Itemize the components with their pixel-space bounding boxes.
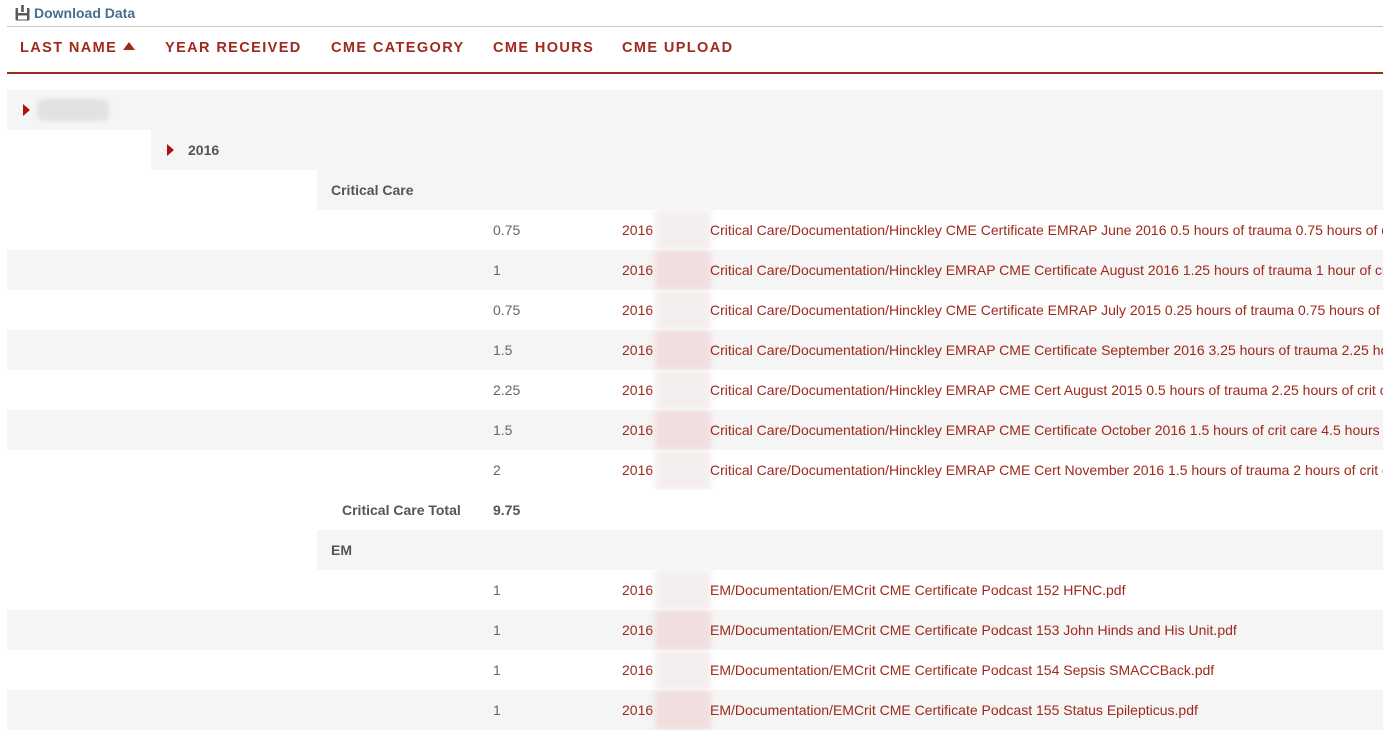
column-header-cme-upload[interactable]: CME UPLOAD	[622, 40, 733, 56]
download-data-button[interactable]: Download Data	[15, 4, 135, 22]
subtotal-value: 9.75	[493, 502, 521, 518]
table-row: 2.25 2016 Critical Care/Documentation/Hi…	[7, 370, 1383, 410]
table-row: 1 2016 Critical Care/Documentation/Hinck…	[7, 250, 1383, 290]
year-cell: 2016	[622, 662, 654, 678]
cme-hours-cell: 1	[493, 662, 501, 678]
cme-upload-link[interactable]: Critical Care/Documentation/Hinckley EMR…	[710, 382, 1383, 398]
table-row: 1.5 2016 Critical Care/Documentation/Hin…	[7, 330, 1383, 370]
cme-hours-cell: 2.25	[493, 382, 521, 398]
table-row: 1 2016 EM/Documentation/EMCrit CME Certi…	[7, 570, 1383, 610]
cme-upload-link[interactable]: Critical Care/Documentation/Hinckley CME…	[710, 302, 1383, 318]
redacted-field	[655, 570, 711, 610]
column-header-label: YEAR RECEIVED	[165, 40, 302, 56]
expand-toggle-icon[interactable]	[167, 144, 174, 156]
column-header-label: CME CATEGORY	[331, 40, 465, 56]
year-cell: 2016	[622, 702, 654, 718]
table-header: LAST NAME YEAR RECEIVED CME CATEGORY CME…	[7, 27, 1383, 74]
group-row-year: 2016	[7, 130, 1383, 170]
redacted-field	[655, 370, 711, 410]
cme-hours-cell: 1	[493, 262, 501, 278]
cme-hours-cell: 1.5	[493, 422, 513, 438]
column-header-cme-hours[interactable]: CME HOURS	[493, 40, 594, 56]
year-cell: 2016	[622, 222, 654, 238]
table-row: 2 2016 Critical Care/Documentation/Hinck…	[7, 450, 1383, 490]
year-cell: 2016	[622, 422, 654, 438]
group-row-category: Critical Care	[7, 170, 1383, 210]
redacted-last-name	[37, 99, 109, 121]
column-header-year-received[interactable]: YEAR RECEIVED	[165, 40, 302, 56]
cme-upload-link[interactable]: Critical Care/Documentation/Hinckley EMR…	[710, 422, 1383, 438]
group-year-label: 2016	[188, 142, 220, 158]
cme-upload-link[interactable]: Critical Care/Documentation/Hinckley CME…	[710, 222, 1383, 238]
table-row: 1 2016 EM/Documentation/EMCrit CME Certi…	[7, 610, 1383, 650]
cme-upload-link[interactable]: EM/Documentation/EMCrit CME Certificate …	[710, 622, 1237, 638]
group-row-category: EM	[7, 530, 1383, 570]
table-row: 1.5 2016 Critical Care/Documentation/Hin…	[7, 410, 1383, 450]
year-cell: 2016	[622, 302, 654, 318]
group-band	[317, 170, 1383, 210]
group-row-last-name	[7, 90, 1383, 130]
cme-hours-cell: 0.75	[493, 222, 521, 238]
group-band	[151, 130, 1383, 170]
year-cell: 2016	[622, 382, 654, 398]
column-header-last-name[interactable]: LAST NAME	[20, 40, 136, 56]
expand-toggle-icon[interactable]	[23, 104, 30, 116]
category-label: EM	[331, 542, 352, 558]
cme-hours-cell: 1	[493, 582, 501, 598]
cme-upload-link[interactable]: EM/Documentation/EMCrit CME Certificate …	[710, 662, 1214, 678]
redacted-field	[655, 690, 711, 730]
toolbar: Download Data	[7, 0, 1383, 27]
table-row: 1 2016 EM/Documentation/EMCrit CME Certi…	[7, 690, 1383, 730]
sort-ascending-icon	[123, 42, 136, 50]
column-header-label: CME UPLOAD	[622, 40, 734, 56]
table-row: 1 2016 EM/Documentation/EMCrit CME Certi…	[7, 650, 1383, 690]
redacted-field	[655, 450, 711, 490]
cme-hours-cell: 1.5	[493, 342, 513, 358]
subtotal-row: Critical Care Total 9.75	[7, 490, 1383, 530]
year-cell: 2016	[622, 342, 654, 358]
redacted-field	[655, 410, 711, 450]
group-band	[7, 90, 1383, 130]
cme-upload-link[interactable]: Critical Care/Documentation/Hinckley EMR…	[710, 342, 1383, 358]
cme-hours-cell: 0.75	[493, 302, 521, 318]
download-data-label: Download Data	[34, 5, 136, 21]
redacted-field	[655, 250, 711, 290]
year-cell: 2016	[622, 582, 654, 598]
redacted-field	[655, 210, 711, 250]
subtotal-label: Critical Care Total	[342, 502, 461, 518]
table-row: 0.75 2016 Critical Care/Documentation/Hi…	[7, 210, 1383, 250]
group-band	[317, 530, 1383, 570]
column-header-label: CME HOURS	[493, 40, 595, 56]
cme-hours-cell: 1	[493, 622, 501, 638]
redacted-field	[655, 290, 711, 330]
redacted-field	[655, 610, 711, 650]
redacted-field	[655, 330, 711, 370]
category-label: Critical Care	[331, 182, 414, 198]
year-cell: 2016	[622, 622, 654, 638]
cme-upload-link[interactable]: Critical Care/Documentation/Hinckley EMR…	[710, 262, 1383, 278]
column-header-cme-category[interactable]: CME CATEGORY	[331, 40, 465, 56]
cme-upload-link[interactable]: Critical Care/Documentation/Hinckley EMR…	[710, 462, 1383, 478]
cme-hours-cell: 1	[493, 702, 501, 718]
cme-upload-link[interactable]: EM/Documentation/EMCrit CME Certificate …	[710, 702, 1198, 718]
year-cell: 2016	[622, 462, 654, 478]
table-body: 2016 Critical Care 0.75 2016 Critical Ca…	[7, 90, 1383, 730]
cme-hours-cell: 2	[493, 462, 501, 478]
save-icon	[15, 5, 30, 21]
column-header-label: LAST NAME	[20, 40, 118, 56]
cme-upload-link[interactable]: EM/Documentation/EMCrit CME Certificate …	[710, 582, 1125, 598]
year-cell: 2016	[622, 262, 654, 278]
redacted-field	[655, 650, 711, 690]
table-row: 0.75 2016 Critical Care/Documentation/Hi…	[7, 290, 1383, 330]
